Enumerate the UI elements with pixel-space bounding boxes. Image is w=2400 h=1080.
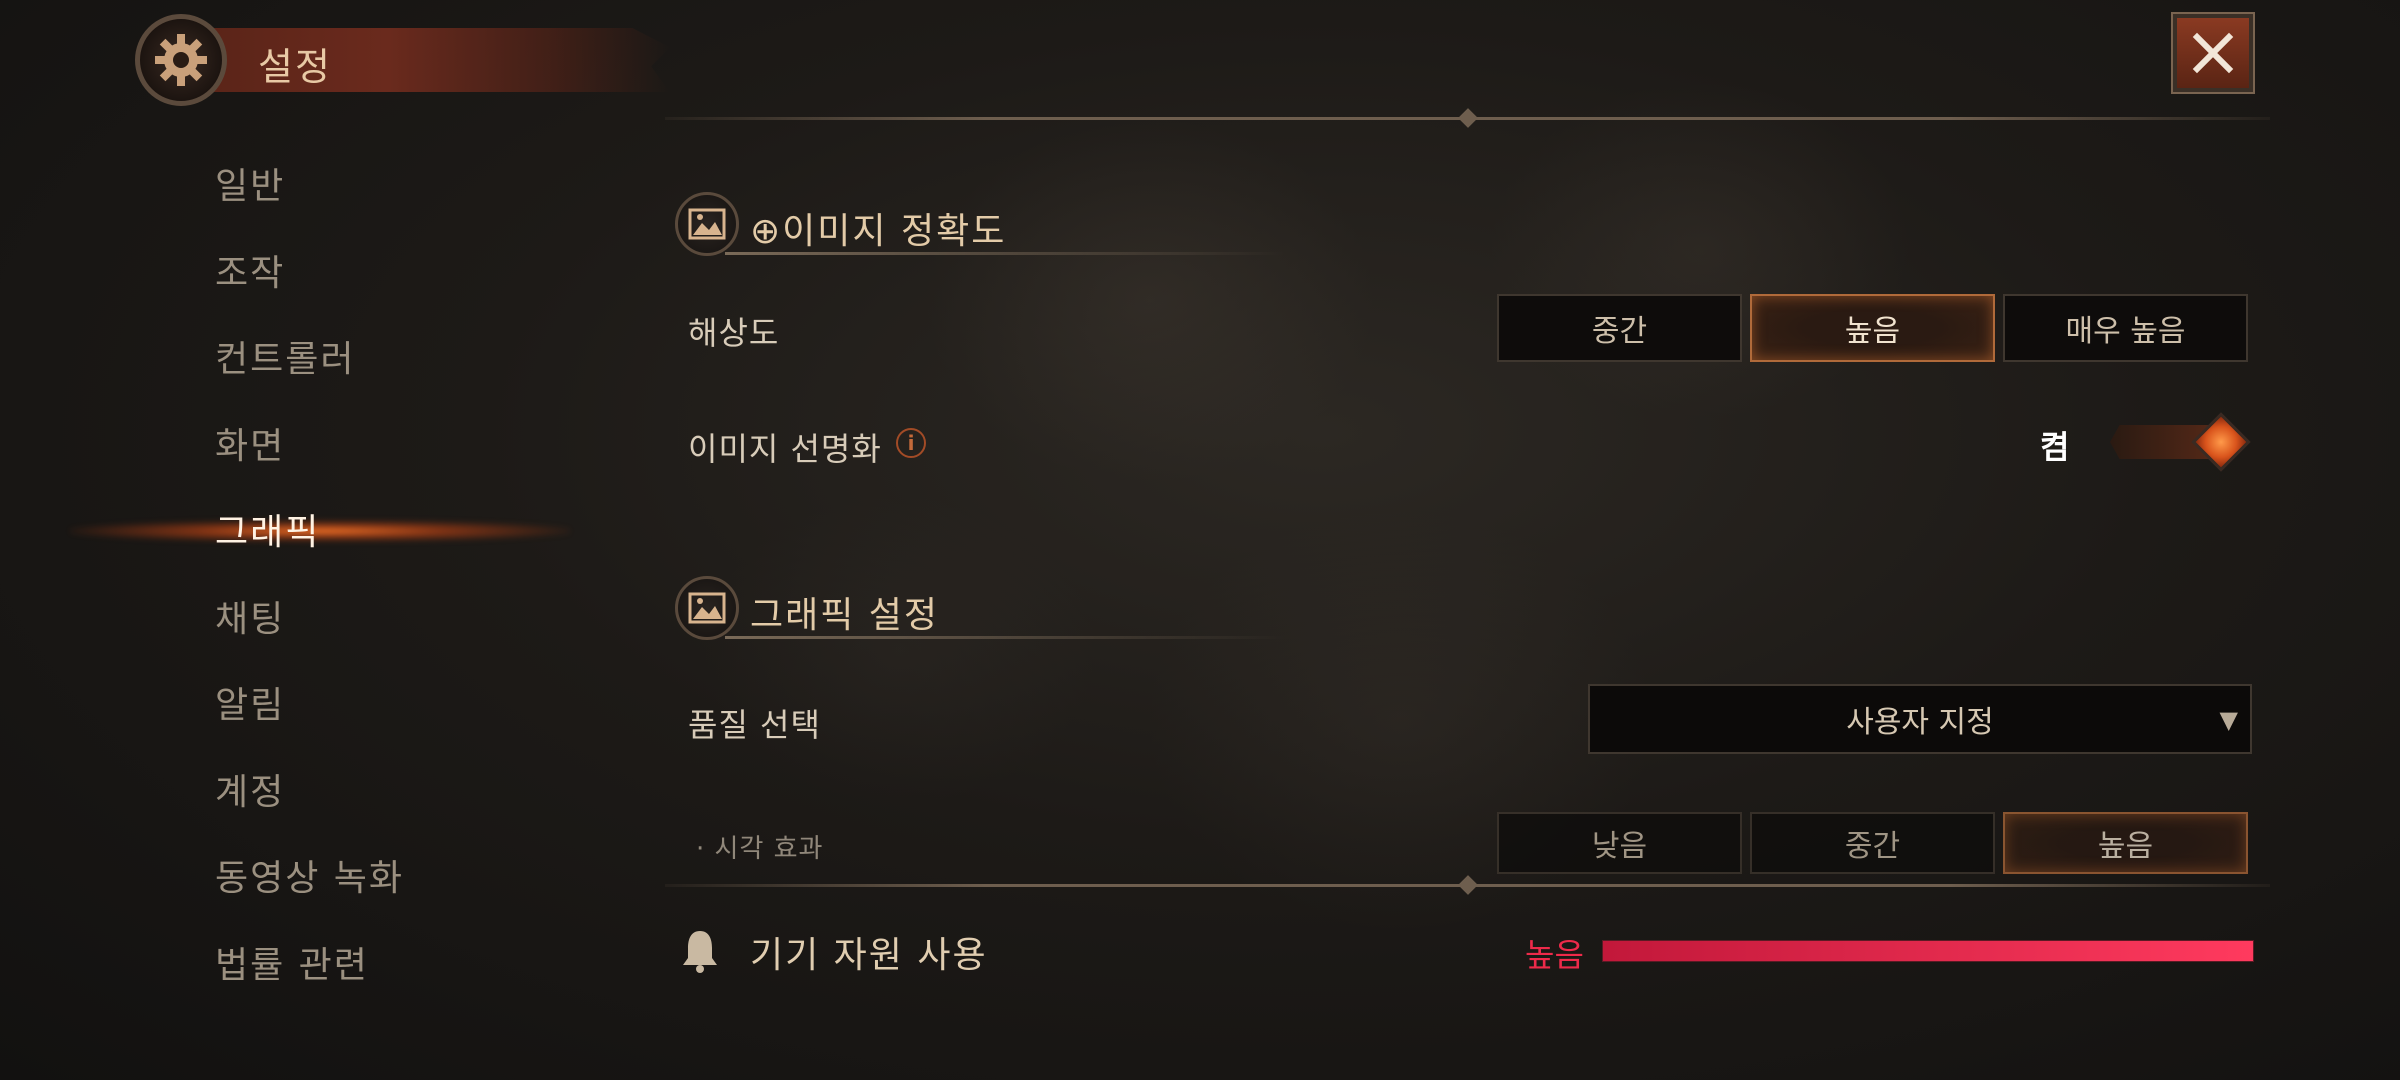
- close-icon: [2192, 32, 2234, 74]
- section-underline: [725, 252, 1285, 255]
- quality-dropdown-value: 사용자 지정: [1846, 705, 1994, 740]
- resolution-option-very-high[interactable]: 매우 높음: [2003, 294, 2248, 362]
- resolution-option-high[interactable]: 높음: [1750, 294, 1995, 362]
- resolution-label: 해상도: [688, 314, 780, 352]
- close-button[interactable]: [2171, 12, 2255, 94]
- sidebar-item-controller[interactable]: 컨트롤러: [0, 313, 620, 400]
- sidebar-item-label: 일반: [215, 166, 286, 208]
- visual-effects-label: · 시각 효과: [696, 834, 824, 864]
- info-icon[interactable]: i: [896, 428, 926, 458]
- sidebar-item-label: 그래픽: [215, 512, 321, 554]
- visual-effects-option-medium[interactable]: 중간: [1750, 812, 1995, 874]
- section-image-accuracy: ⊕이미지 정확도: [675, 192, 1375, 262]
- sidebar-item-label: 법률 관련: [215, 944, 369, 986]
- sidebar-item-label: 조작: [215, 252, 286, 294]
- settings-sidebar: 일반 조작 컨트롤러 화면 그래픽 채팅 알림 계정 동영상 녹화 법률 관련: [0, 140, 620, 1005]
- device-resource-level-label: 높음: [1525, 936, 1584, 974]
- sidebar-item-graphics[interactable]: 그래픽: [0, 486, 620, 573]
- bottom-divider: [665, 875, 2270, 895]
- sharpening-toggle-knob[interactable]: [2191, 412, 2251, 472]
- settings-header: 설정: [130, 10, 670, 110]
- sidebar-item-notifications[interactable]: 알림: [0, 659, 620, 746]
- device-resource-title: 기기 자원 사용: [750, 935, 988, 976]
- top-divider: [665, 108, 2270, 128]
- sidebar-item-chat[interactable]: 채팅: [0, 573, 620, 660]
- sidebar-item-account[interactable]: 계정: [0, 746, 620, 833]
- device-resource-bar-fill: [1603, 941, 2253, 961]
- image-frame-icon: [675, 192, 739, 256]
- resolution-option-medium[interactable]: 중간: [1497, 294, 1742, 362]
- page-title: 설정: [258, 45, 332, 89]
- section-title: 그래픽 설정: [750, 595, 940, 636]
- sidebar-item-label: 화면: [215, 425, 286, 467]
- chevron-down-icon: ▼: [2219, 706, 2238, 734]
- sidebar-item-label: 알림: [215, 685, 286, 727]
- gear-icon: [135, 14, 227, 106]
- sidebar-item-label: 컨트롤러: [215, 339, 356, 381]
- quality-dropdown[interactable]: 사용자 지정 ▼: [1588, 684, 2252, 754]
- sidebar-item-video-recording[interactable]: 동영상 녹화: [0, 832, 620, 919]
- sidebar-item-label: 채팅: [215, 598, 286, 640]
- image-frame-icon: [675, 576, 739, 640]
- section-graphics-settings: 그래픽 설정: [675, 576, 1375, 646]
- sidebar-item-label: 동영상 녹화: [215, 858, 405, 900]
- section-title: ⊕이미지 정확도: [750, 211, 1007, 252]
- sidebar-item-general[interactable]: 일반: [0, 140, 620, 227]
- bell-icon: [680, 928, 720, 974]
- sharpening-state-label: 켬: [2040, 428, 2070, 466]
- sidebar-item-label: 계정: [215, 771, 286, 813]
- visual-effects-option-low[interactable]: 낮음: [1497, 812, 1742, 874]
- quality-label: 품질 선택: [688, 706, 821, 744]
- sidebar-item-display[interactable]: 화면: [0, 400, 620, 487]
- visual-effects-option-high[interactable]: 높음: [2003, 812, 2248, 874]
- sidebar-item-controls[interactable]: 조작: [0, 227, 620, 314]
- sidebar-item-legal[interactable]: 법률 관련: [0, 919, 620, 1006]
- section-underline: [725, 636, 1285, 639]
- sharpening-label: 이미지 선명화: [688, 430, 882, 468]
- device-resource-bar: [1602, 940, 2254, 962]
